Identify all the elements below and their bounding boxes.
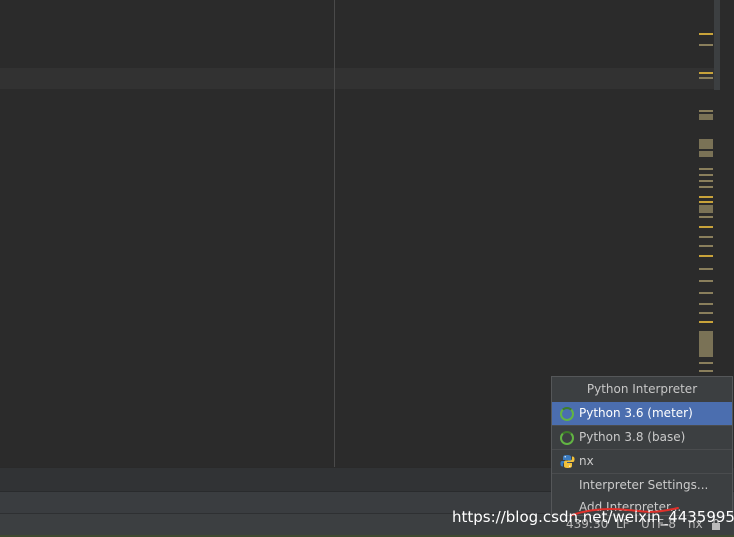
error-stripe-marker[interactable] [699,186,713,188]
error-stripe-marker[interactable] [699,72,713,74]
error-stripe-marker[interactable] [699,114,713,120]
error-stripe-marker[interactable] [699,362,713,364]
conda-env-icon [560,431,574,445]
error-stripe-marker[interactable] [699,292,713,294]
error-stripe-marker[interactable] [699,236,713,238]
interpreter-label: Python 3.8 (base) [579,430,686,444]
popup-title: Python Interpreter [586,382,698,396]
conda-env-icon [560,407,574,421]
python-interpreter-popup: Python Interpreter Python 3.6 (meter) Py… [551,376,733,516]
error-stripe-marker[interactable] [699,255,713,257]
error-stripe-marker[interactable] [699,168,713,170]
error-stripe-marker[interactable] [699,216,713,218]
error-stripe-marker[interactable] [699,196,713,198]
error-stripe-marker[interactable] [699,180,713,182]
interpreter-item-python-3-6[interactable]: Python 3.6 (meter) [552,402,732,425]
error-stripe-marker[interactable] [699,139,713,149]
error-stripe-marker[interactable] [699,268,713,270]
interpreter-item-nx[interactable]: nx [552,450,732,473]
error-stripe-marker[interactable] [699,201,713,203]
interpreter-label: Python 3.6 (meter) [579,406,693,420]
error-stripe-marker[interactable] [699,303,713,305]
error-stripe-marker[interactable] [699,151,713,157]
interpreter-label: nx [579,454,594,468]
error-stripe-marker[interactable] [699,245,713,247]
error-stripe-marker[interactable] [699,280,713,282]
scrollbar-thumb[interactable] [714,0,720,90]
error-stripe-marker[interactable] [699,77,713,79]
interpreter-settings-item[interactable]: Interpreter Settings... [552,474,732,497]
error-stripe-marker[interactable] [699,226,713,228]
current-line-highlight [0,68,714,89]
error-stripe-marker[interactable] [699,312,713,314]
error-stripe-marker[interactable] [699,370,713,372]
error-stripe-marker[interactable] [699,331,713,357]
python-venv-icon [560,455,575,468]
error-stripe-marker[interactable] [699,44,713,46]
error-stripe-marker[interactable] [699,33,713,35]
error-stripe-marker[interactable] [699,321,713,323]
error-stripe-marker[interactable] [699,110,713,112]
error-stripe-marker[interactable] [699,174,713,176]
right-margin-guide [334,0,335,467]
error-stripe-marker[interactable] [699,205,713,213]
watermark-text: https://blog.csdn.net/weixin_44359953 [452,508,734,526]
interpreter-item-python-3-8[interactable]: Python 3.8 (base) [552,426,732,449]
